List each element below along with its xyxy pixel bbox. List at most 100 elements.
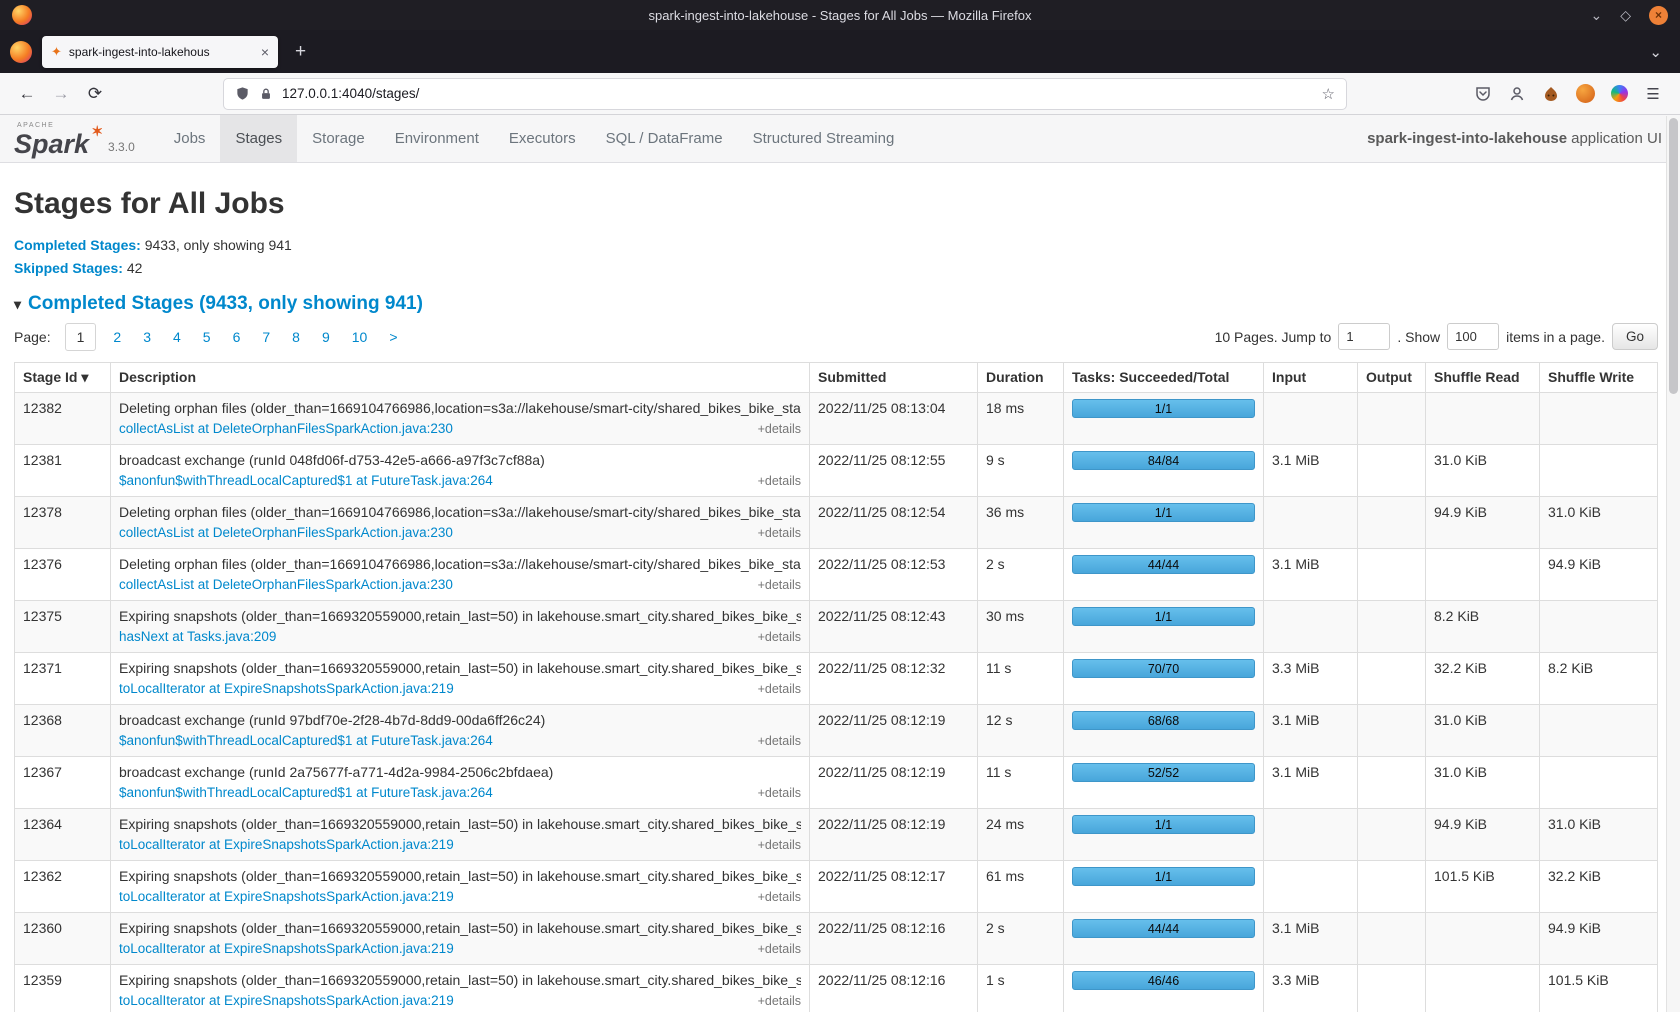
details-toggle[interactable]: +details bbox=[758, 732, 801, 750]
table-row: 12360 Expiring snapshots (older_than=166… bbox=[15, 913, 1658, 965]
details-toggle[interactable]: +details bbox=[758, 940, 801, 958]
tab-list-chevron-icon[interactable]: ⌄ bbox=[1641, 43, 1670, 61]
firefox-icon[interactable] bbox=[10, 41, 32, 63]
extension-pinwheel-icon[interactable] bbox=[1602, 79, 1636, 109]
new-tab-button[interactable]: + bbox=[288, 41, 313, 63]
shuffle-read-cell: 94.9 KiB bbox=[1426, 809, 1540, 861]
col-header-duration[interactable]: Duration bbox=[978, 363, 1064, 393]
input-cell: 3.3 MiB bbox=[1264, 653, 1358, 705]
pagination-pages: 12345678910> bbox=[59, 329, 409, 345]
col-header-shuffle-write[interactable]: Shuffle Write bbox=[1540, 363, 1658, 393]
jump-to-input[interactable] bbox=[1338, 323, 1390, 350]
table-header-row: Stage Id ▾DescriptionSubmittedDurationTa… bbox=[15, 363, 1658, 393]
account-icon[interactable] bbox=[1500, 79, 1534, 109]
profile-avatar-icon[interactable] bbox=[1568, 79, 1602, 109]
stage-detail-link[interactable]: hasNext at Tasks.java:209 bbox=[119, 628, 276, 646]
tasks-cell: 52/52 bbox=[1064, 757, 1264, 809]
page-10-link[interactable]: 10 bbox=[349, 325, 371, 349]
page-2-link[interactable]: 2 bbox=[110, 325, 124, 349]
duration-cell: 18 ms bbox=[978, 393, 1064, 445]
nav-item-storage[interactable]: Storage bbox=[297, 115, 380, 162]
stage-detail-link[interactable]: toLocalIterator at ExpireSnapshotsSparkA… bbox=[119, 888, 454, 906]
shuffle-read-cell bbox=[1426, 549, 1540, 601]
shuffle-write-cell bbox=[1540, 601, 1658, 653]
nav-item-sql-dataframe[interactable]: SQL / DataFrame bbox=[591, 115, 738, 162]
connection-lock-icon[interactable] bbox=[259, 87, 273, 101]
window-maximize-button[interactable]: ◇ bbox=[1620, 8, 1631, 22]
details-toggle[interactable]: +details bbox=[758, 628, 801, 646]
spark-nav: JobsStagesStorageEnvironmentExecutorsSQL… bbox=[159, 115, 910, 162]
browser-tab[interactable]: ✦ spark-ingest-into-lakehous × bbox=[42, 36, 278, 68]
details-toggle[interactable]: +details bbox=[758, 836, 801, 854]
go-button[interactable]: Go bbox=[1612, 323, 1658, 350]
url-bar[interactable]: 127.0.0.1:4040/stages/ ☆ bbox=[224, 79, 1346, 109]
details-toggle[interactable]: +details bbox=[758, 420, 801, 438]
stage-detail-link[interactable]: toLocalIterator at ExpireSnapshotsSparkA… bbox=[119, 992, 454, 1010]
completed-stages-section-toggle[interactable]: ▾ Completed Stages (9433, only showing 9… bbox=[14, 293, 1658, 315]
pocket-icon[interactable] bbox=[1466, 79, 1500, 109]
stage-detail-link[interactable]: toLocalIterator at ExpireSnapshotsSparkA… bbox=[119, 836, 454, 854]
col-header-output[interactable]: Output bbox=[1358, 363, 1426, 393]
spark-logo[interactable]: APACHESpark✶ 3.3.0 bbox=[14, 115, 135, 162]
bookmark-star-icon[interactable]: ☆ bbox=[1322, 85, 1335, 103]
page-next-link[interactable]: > bbox=[386, 325, 400, 349]
duration-cell: 9 s bbox=[978, 445, 1064, 497]
stage-detail-link[interactable]: toLocalIterator at ExpireSnapshotsSparkA… bbox=[119, 680, 454, 698]
page-5-link[interactable]: 5 bbox=[200, 325, 214, 349]
output-cell bbox=[1358, 653, 1426, 705]
page-8-link[interactable]: 8 bbox=[289, 325, 303, 349]
details-toggle[interactable]: +details bbox=[758, 472, 801, 490]
details-toggle[interactable]: +details bbox=[758, 992, 801, 1010]
details-toggle[interactable]: +details bbox=[758, 888, 801, 906]
nav-item-executors[interactable]: Executors bbox=[494, 115, 591, 162]
col-header-description[interactable]: Description bbox=[111, 363, 810, 393]
back-button[interactable]: ← bbox=[10, 79, 44, 109]
page-3-link[interactable]: 3 bbox=[140, 325, 154, 349]
page-1-current[interactable]: 1 bbox=[65, 323, 97, 351]
forward-button[interactable]: → bbox=[44, 79, 78, 109]
nav-item-environment[interactable]: Environment bbox=[380, 115, 494, 162]
details-toggle[interactable]: +details bbox=[758, 680, 801, 698]
window-close-button[interactable]: × bbox=[1649, 6, 1668, 25]
description-cell: Expiring snapshots (older_than=166932055… bbox=[111, 601, 810, 653]
show-count-input[interactable] bbox=[1447, 323, 1499, 350]
shuffle-write-cell: 101.5 KiB bbox=[1540, 965, 1658, 1012]
nav-item-structured-streaming[interactable]: Structured Streaming bbox=[738, 115, 910, 162]
stage-detail-link[interactable]: collectAsList at DeleteOrphanFilesSparkA… bbox=[119, 420, 453, 438]
description-cell: broadcast exchange (runId 2a75677f-a771-… bbox=[111, 757, 810, 809]
section-title-text: Completed Stages (9433, only showing 941… bbox=[28, 293, 423, 315]
completed-stages-link[interactable]: Completed Stages: bbox=[14, 237, 141, 253]
stage-detail-link[interactable]: $anonfun$withThreadLocalCaptured$1 at Fu… bbox=[119, 732, 493, 750]
scrollbar-thumb[interactable] bbox=[1669, 118, 1678, 394]
col-header-stage-id[interactable]: Stage Id ▾ bbox=[15, 363, 111, 393]
nav-item-jobs[interactable]: Jobs bbox=[159, 115, 221, 162]
shuffle-write-cell bbox=[1540, 705, 1658, 757]
stage-detail-link[interactable]: collectAsList at DeleteOrphanFilesSparkA… bbox=[119, 576, 453, 594]
skipped-stages-link[interactable]: Skipped Stages: bbox=[14, 260, 123, 276]
page-scrollbar[interactable] bbox=[1666, 116, 1680, 1012]
page-9-link[interactable]: 9 bbox=[319, 325, 333, 349]
details-toggle[interactable]: +details bbox=[758, 784, 801, 802]
details-toggle[interactable]: +details bbox=[758, 524, 801, 542]
page-6-link[interactable]: 6 bbox=[230, 325, 244, 349]
col-header-input[interactable]: Input bbox=[1264, 363, 1358, 393]
reload-button[interactable]: ⟳ bbox=[78, 79, 112, 109]
col-header-submitted[interactable]: Submitted bbox=[810, 363, 978, 393]
tasks-cell: 46/46 bbox=[1064, 965, 1264, 1012]
details-toggle[interactable]: +details bbox=[758, 576, 801, 594]
stage-detail-link[interactable]: $anonfun$withThreadLocalCaptured$1 at Fu… bbox=[119, 784, 493, 802]
stage-id-cell: 12367 bbox=[15, 757, 111, 809]
tracking-protection-shield-icon[interactable] bbox=[235, 86, 250, 101]
stage-detail-link[interactable]: $anonfun$withThreadLocalCaptured$1 at Fu… bbox=[119, 472, 493, 490]
stage-detail-link[interactable]: collectAsList at DeleteOrphanFilesSparkA… bbox=[119, 524, 453, 542]
window-minimize-button[interactable]: ⌄ bbox=[1590, 8, 1602, 22]
page-4-link[interactable]: 4 bbox=[170, 325, 184, 349]
privacy-badger-icon[interactable] bbox=[1534, 79, 1568, 109]
col-header-shuffle-read[interactable]: Shuffle Read bbox=[1426, 363, 1540, 393]
col-header-tasks-succeeded-total[interactable]: Tasks: Succeeded/Total bbox=[1064, 363, 1264, 393]
page-7-link[interactable]: 7 bbox=[259, 325, 273, 349]
menu-button[interactable]: ☰ bbox=[1636, 79, 1670, 109]
nav-item-stages[interactable]: Stages bbox=[220, 115, 297, 162]
stage-detail-link[interactable]: toLocalIterator at ExpireSnapshotsSparkA… bbox=[119, 940, 454, 958]
tab-close-icon[interactable]: × bbox=[261, 44, 269, 60]
